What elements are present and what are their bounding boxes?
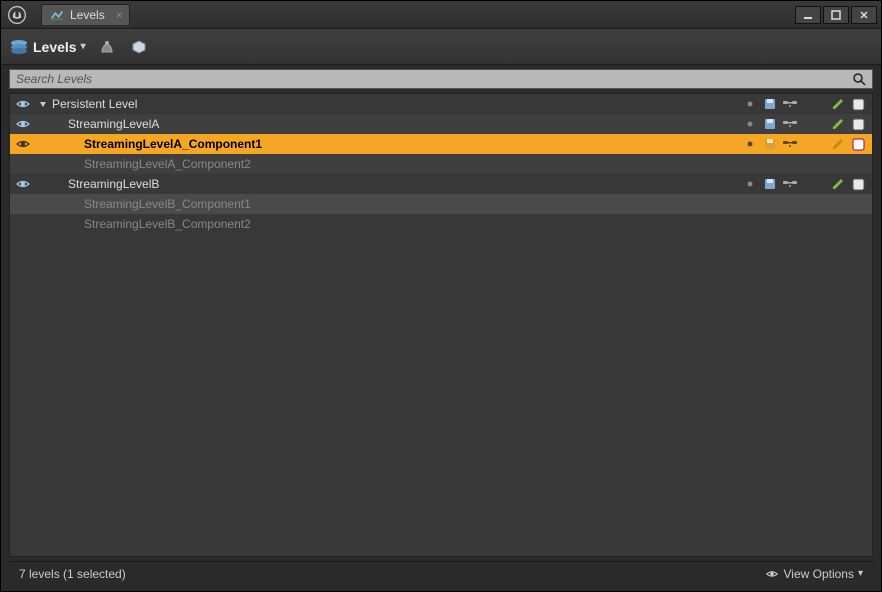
level-row[interactable]: StreamingLevelA_Component2	[10, 154, 872, 174]
level-status-dot-icon	[742, 176, 758, 192]
level-name: StreamingLevelA_Component2	[50, 157, 866, 171]
level-box-icon[interactable]	[850, 176, 866, 192]
level-status-dot-icon	[742, 116, 758, 132]
level-box-icon[interactable]	[850, 136, 866, 152]
save-icon[interactable]	[762, 136, 778, 152]
statusbar: 7 levels (1 selected) View Options ▾	[9, 561, 873, 585]
tab-label: Levels	[70, 8, 105, 22]
visibility-toggle[interactable]	[10, 176, 36, 192]
level-row[interactable]: StreamingLevelB	[10, 174, 872, 194]
save-icon[interactable]	[762, 176, 778, 192]
level-row[interactable]: StreamingLevelA_Component1	[10, 134, 872, 154]
level-box-icon[interactable]	[850, 116, 866, 132]
level-row[interactable]: StreamingLevelA	[10, 114, 872, 134]
view-options-dropdown[interactable]: View Options ▾	[765, 567, 863, 581]
level-name: StreamingLevelB_Component1	[50, 197, 866, 211]
levels-dropdown[interactable]: Levels ▾	[9, 37, 86, 57]
level-name: StreamingLevelA_Component1	[50, 137, 742, 151]
visibility-toggle[interactable]	[10, 116, 36, 132]
save-icon[interactable]	[762, 96, 778, 112]
visibility-toggle[interactable]	[10, 136, 36, 152]
chevron-down-icon: ▾	[858, 568, 863, 579]
gamepad-icon[interactable]	[782, 176, 798, 192]
chevron-down-icon: ▾	[81, 41, 86, 52]
eye-icon	[765, 567, 779, 581]
level-name: Persistent Level	[50, 97, 742, 111]
tab-levels[interactable]: Levels ×	[41, 4, 130, 25]
level-color-icon[interactable]	[830, 176, 846, 192]
expand-toggle[interactable]	[36, 99, 50, 109]
view-options-label: View Options	[783, 567, 853, 581]
toolbar: Levels ▾	[1, 29, 881, 65]
levels-dropdown-label: Levels	[33, 39, 77, 55]
source-control-button[interactable]	[128, 36, 150, 58]
gamepad-icon[interactable]	[782, 136, 798, 152]
level-box-icon[interactable]	[850, 96, 866, 112]
summon-level-details-button[interactable]	[96, 36, 118, 58]
level-name: StreamingLevelA	[50, 117, 742, 131]
levels-tree[interactable]: Persistent Level StreamingLevelA Streaming…	[9, 93, 873, 557]
search-icon[interactable]	[852, 72, 866, 86]
levels-tab-icon	[50, 8, 64, 22]
maximize-button[interactable]	[823, 6, 849, 24]
level-row[interactable]: StreamingLevelB_Component1	[10, 194, 872, 214]
minimize-button[interactable]	[795, 6, 821, 24]
search-input[interactable]	[16, 72, 852, 86]
unreal-logo-icon	[5, 3, 29, 27]
level-color-icon[interactable]	[830, 96, 846, 112]
levels-icon	[9, 37, 29, 57]
close-button[interactable]	[851, 6, 877, 24]
save-icon[interactable]	[762, 116, 778, 132]
close-icon[interactable]: ×	[116, 8, 123, 22]
gamepad-icon[interactable]	[782, 96, 798, 112]
level-status-dot-icon	[742, 136, 758, 152]
level-name: StreamingLevelB	[50, 177, 742, 191]
titlebar: Levels ×	[1, 1, 881, 29]
level-color-icon[interactable]	[830, 136, 846, 152]
status-text: 7 levels (1 selected)	[19, 567, 126, 581]
level-name: StreamingLevelB_Component2	[50, 217, 866, 231]
search-bar[interactable]	[9, 69, 873, 89]
gamepad-icon[interactable]	[782, 116, 798, 132]
level-status-dot-icon	[742, 96, 758, 112]
level-color-icon[interactable]	[830, 116, 846, 132]
level-row[interactable]: Persistent Level	[10, 94, 872, 114]
level-row[interactable]: StreamingLevelB_Component2	[10, 214, 872, 234]
visibility-toggle[interactable]	[10, 96, 36, 112]
